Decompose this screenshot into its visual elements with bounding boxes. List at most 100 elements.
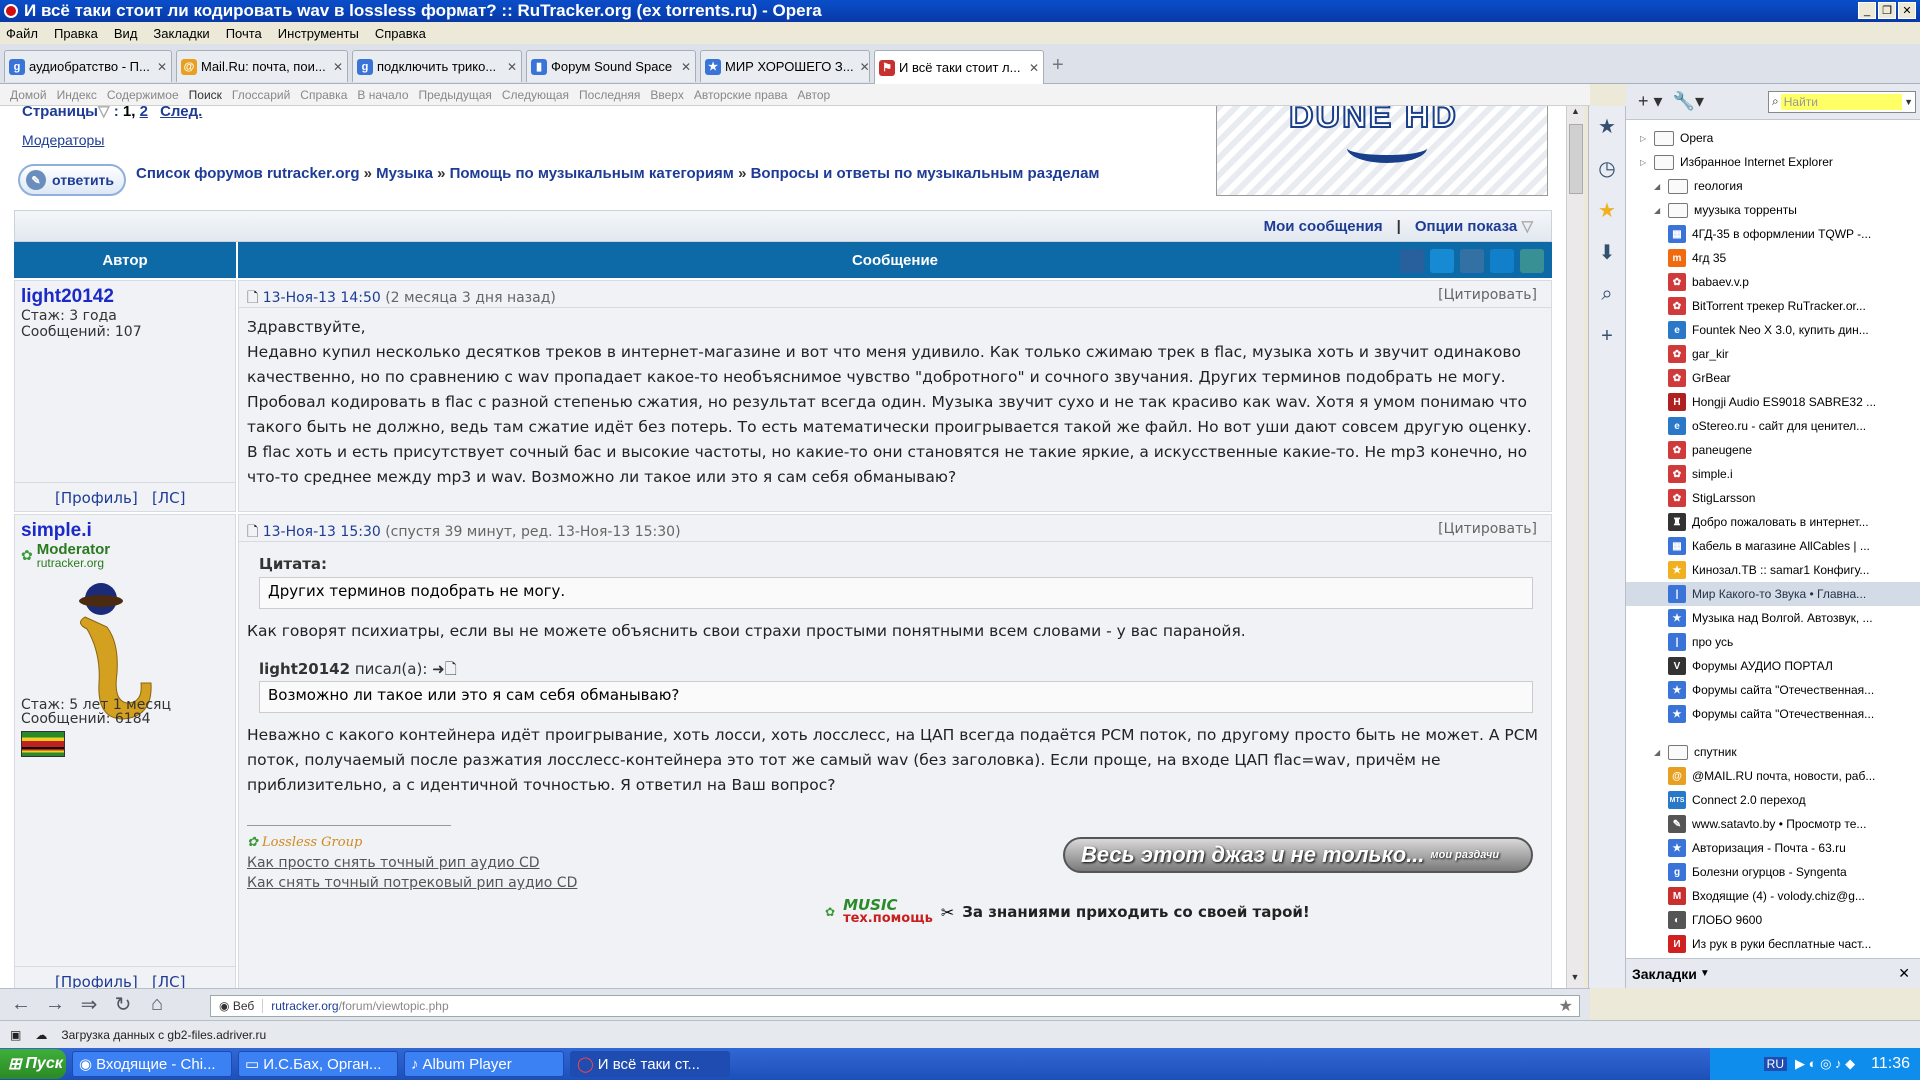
bookmark-item[interactable]: ✿ GrBear [1626, 366, 1920, 390]
bookmark-item[interactable]: e oStereo.ru - сайт для ценител... [1626, 414, 1920, 438]
profile-link[interactable]: [Профиль] [55, 489, 138, 507]
start-button[interactable]: ⊞ Пуск [0, 1049, 66, 1079]
bookmark-item[interactable]: ★ Кинозал.ТВ :: samar1 Конфигу... [1626, 558, 1920, 582]
nav-help[interactable]: Справка [300, 88, 347, 102]
page-scrollbar[interactable]: ▲ ▼ [1566, 106, 1584, 988]
scroll-thumb[interactable] [1568, 124, 1583, 194]
bookmark-item[interactable]: | про усь [1626, 630, 1920, 654]
language-indicator[interactable]: RU [1763, 1057, 1787, 1071]
add-panel-icon[interactable]: + [1595, 324, 1619, 348]
bookmark-item[interactable]: ✿ StigLarsson [1626, 486, 1920, 510]
pm-link[interactable]: [ЛС] [152, 489, 185, 507]
back-icon[interactable]: ← [8, 993, 34, 1016]
bookmark-item[interactable]: ✿ gar_kir [1626, 342, 1920, 366]
bookmark-item[interactable]: V Форумы АУДИО ПОРТАЛ [1626, 654, 1920, 678]
bookmark-item[interactable]: ★ Форумы сайта "Отечественная... [1626, 678, 1920, 702]
bookmark-folder[interactable]: ◢ геология [1626, 174, 1920, 198]
address-field[interactable]: ◉ Веб rutracker.org/forum/viewtopic.php … [210, 995, 1580, 1017]
bookmark-star-icon[interactable]: ★ [1559, 996, 1573, 1016]
bookmark-item[interactable]: ♜ Добро пожаловать в интернет... [1626, 510, 1920, 534]
reply-button[interactable]: ✎ ответить [18, 164, 126, 196]
tab-3[interactable]: g подключить трико... ✕ [352, 50, 522, 82]
next-page-link[interactable]: След. [160, 106, 202, 120]
post-date-link[interactable]: 13-Ноя-13 15:30 [263, 524, 381, 540]
bookmark-item[interactable]: ▦ Кабель в магазине AllCables | ... [1626, 534, 1920, 558]
menu-edit[interactable]: Правка [54, 26, 98, 41]
quote-button[interactable]: [Цитировать] [1438, 287, 1537, 303]
cloud-icon[interactable]: ☁ [35, 1028, 47, 1042]
signature-link-1[interactable]: Как просто снять точный рип аудио CD [247, 855, 540, 871]
author-name[interactable]: light20142 [21, 286, 235, 308]
bookmark-item[interactable]: H Hongji Audio ES9018 SABRE32 ... [1626, 390, 1920, 414]
bookmark-item[interactable]: И Из рук в руки бесплатные част... [1626, 932, 1920, 956]
pm-link[interactable]: [ЛС] [152, 973, 185, 988]
expand-arrow-icon[interactable]: ◢ [1654, 748, 1662, 757]
reload-icon[interactable]: ↻ [110, 992, 136, 1017]
tab-4[interactable]: ▮ Форум Sound Space ✕ [526, 50, 696, 82]
menu-tools[interactable]: Инструменты [278, 26, 359, 41]
wrench-icon[interactable]: 🔧▾ [1673, 91, 1704, 112]
expand-arrow-icon[interactable]: ▷ [1640, 158, 1648, 167]
taskbar-item-album-player[interactable]: ♪ Album Player [404, 1051, 564, 1077]
profile-link[interactable]: [Профиль] [55, 973, 138, 988]
expand-arrow-icon[interactable]: ◢ [1654, 182, 1662, 191]
nav-up[interactable]: Вверх [650, 88, 683, 102]
forward-icon[interactable]: → [42, 993, 68, 1016]
close-tab-icon[interactable]: ✕ [151, 60, 167, 74]
nav-start[interactable]: В начало [357, 88, 408, 102]
panel-toggle-icon[interactable]: ▣ [10, 1028, 21, 1042]
nav-search[interactable]: Поиск [189, 88, 222, 102]
menu-view[interactable]: Вид [114, 26, 138, 41]
crumb-help[interactable]: Помощь по музыкальным категориям [450, 165, 734, 182]
bookmark-folder[interactable]: ◢ муузыка торренты [1626, 198, 1920, 222]
my-messages-link[interactable]: Мои сообщения [1264, 218, 1383, 235]
tab-1[interactable]: g аудиобратство - П... ✕ [4, 50, 172, 82]
nav-home[interactable]: Домой [10, 88, 47, 102]
downloads-icon[interactable]: ⬇ [1595, 240, 1619, 264]
crumb-qa[interactable]: Вопросы и ответы по музыкальным разделам [751, 165, 1100, 182]
tab-6-active[interactable]: ⚑ И всё таки стоит л... ✕ [874, 50, 1044, 84]
crumb-forums[interactable]: Список форумов rutracker.org [136, 165, 359, 182]
bookmarks-star-icon[interactable]: ★ [1595, 114, 1619, 138]
bookmark-item[interactable]: e Fountek Neo X 3.0, купить дин... [1626, 318, 1920, 342]
bookmark-folder[interactable]: ▷ Избранное Internet Explorer [1626, 150, 1920, 174]
nav-index[interactable]: Индекс [57, 88, 97, 102]
bookmark-item[interactable]: ✿ BitTorrent трекер RuTracker.or... [1626, 294, 1920, 318]
bookmarks-footer-label[interactable]: Закладки [1632, 966, 1697, 982]
dune-hd-banner[interactable]: DUNE HD [1216, 106, 1548, 196]
twitter-icon[interactable] [1430, 249, 1454, 273]
nav-last[interactable]: Последняя [579, 88, 640, 102]
bookmark-item[interactable]: g Болезни огурцов - Syngenta [1626, 860, 1920, 884]
dropdown-icon[interactable]: ▼ [1700, 968, 1710, 979]
menu-bookmarks[interactable]: Закладки [153, 26, 209, 41]
fast-forward-icon[interactable]: ⇒ [76, 992, 102, 1017]
search-dropdown-icon[interactable]: ▼ [1904, 97, 1915, 107]
scroll-down-arrow[interactable]: ▼ [1567, 972, 1583, 988]
search-panel-icon[interactable]: ⌕ [1595, 282, 1619, 306]
bookmark-folder[interactable]: ▷ Opera [1626, 126, 1920, 150]
taskbar-item-folder[interactable]: ▭ И.С.Бах, Орган... [238, 1051, 398, 1077]
nav-copyright[interactable]: Авторские права [694, 88, 788, 102]
bookmark-item[interactable]: ✿ babaev.v.p [1626, 270, 1920, 294]
taskbar-item-opera[interactable]: ◯ И всё таки ст... [570, 1051, 730, 1077]
tray-icons[interactable]: ▶ ◐ ◎ ♪ ◆ [1795, 1056, 1855, 1072]
mailru-share-icon[interactable] [1490, 249, 1514, 273]
facebook-icon[interactable] [1400, 249, 1424, 273]
page-2-link[interactable]: 2 [140, 106, 148, 120]
tab-2[interactable]: @ Mail.Ru: почта, пои... ✕ [176, 50, 348, 82]
author-name[interactable]: simple.i [21, 520, 235, 542]
bookmark-folder[interactable]: ◢ спутник [1626, 740, 1920, 764]
signature-link-2[interactable]: Как снять точный потрековый рип аудио CD [247, 875, 577, 891]
bookmark-item[interactable]: ▦ 4ГД-35 в оформлении TQWP -... [1626, 222, 1920, 246]
taskbar-item-chrome[interactable]: ◉ Входящие - Chi... [72, 1051, 232, 1077]
bookmark-search-field[interactable]: ⌕ Найти ▼ [1768, 90, 1916, 113]
expand-arrow-icon[interactable]: ◢ [1654, 206, 1662, 215]
bookmark-item[interactable]: ✿ paneugene [1626, 438, 1920, 462]
close-tab-icon[interactable]: ✕ [675, 60, 691, 74]
bookmark-item[interactable]: ★ Авторизация - Почта - 63.ru [1626, 836, 1920, 860]
menu-mail[interactable]: Почта [226, 26, 262, 41]
nav-previous[interactable]: Предыдущая [419, 88, 492, 102]
bookmark-item[interactable]: ✎ www.satavto.by • Просмотр те... [1626, 812, 1920, 836]
new-tab-icon[interactable]: + [1052, 54, 1064, 77]
history-clock-icon[interactable]: ◷ [1595, 156, 1619, 180]
